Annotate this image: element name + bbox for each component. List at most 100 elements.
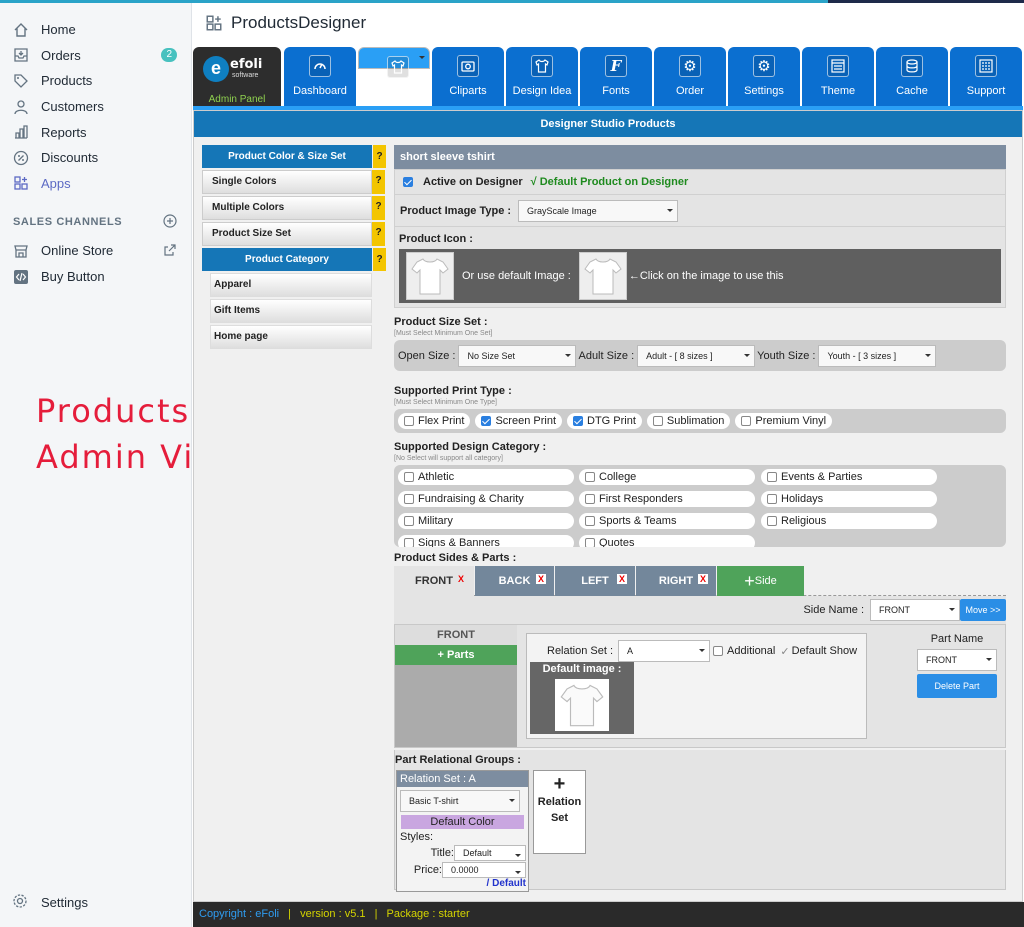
category-quotes[interactable]: Quotes [578,534,756,547]
category-apparel[interactable]: Apparel [210,273,372,297]
nav-orders[interactable]: Orders 2 [0,43,191,69]
checkbox[interactable] [741,416,752,426]
checkbox[interactable] [404,494,414,504]
tab-theme[interactable]: Theme [802,47,874,106]
print-dtg[interactable]: DTG Print [566,412,643,430]
remove-side-icon[interactable]: X [698,574,708,584]
active-checkbox[interactable] [403,177,413,187]
delete-part-button[interactable]: Delete Part [917,674,997,698]
tab-order[interactable]: ⚙ Order [654,47,726,106]
default-part-image[interactable] [555,679,609,731]
settings-link[interactable]: Settings [12,893,88,911]
side-tab-back[interactable]: BACK X [475,566,554,596]
part-name-input[interactable]: FRONT [917,649,997,671]
checkbox[interactable] [585,538,595,547]
category-sports-teams[interactable]: Sports & Teams [578,512,756,530]
checkbox[interactable] [404,416,414,426]
tab-cliparts[interactable]: Cliparts [432,47,504,106]
checkbox[interactable] [652,416,663,426]
remove-side-icon[interactable]: X [456,574,466,584]
checkbox[interactable] [585,472,595,482]
add-side-button[interactable]: +Side [717,566,804,596]
checkbox[interactable] [585,516,595,526]
category-first-responders[interactable]: First Responders [578,490,756,508]
channel-online-store[interactable]: Online Store [0,238,191,264]
nav-customers[interactable]: Customers [0,94,191,120]
help-icon[interactable]: ? [372,170,385,194]
add-parts-button[interactable]: + Parts [395,645,517,665]
nav-discounts[interactable]: Discounts [0,145,191,171]
default-link[interactable]: / Default [397,878,526,889]
category-events-parties[interactable]: Events & Parties [760,468,938,486]
checkbox[interactable] [404,516,414,526]
menu-heading-category[interactable]: Product Category? [202,248,386,271]
category-military[interactable]: Military [397,512,575,530]
side-tab-left[interactable]: LEFT X [555,566,635,596]
category-college[interactable]: College [578,468,756,486]
help-icon[interactable]: ? [373,145,386,168]
external-link-icon[interactable] [163,243,177,260]
package: Package : starter [386,908,470,920]
adult-size-select[interactable]: Adult - [ 8 sizes ] [637,344,756,367]
checkbox[interactable] [767,516,777,526]
menu-heading-color-size[interactable]: Product Color & Size Set? [202,145,386,168]
tab-dashboard[interactable]: Dashboard [284,47,356,106]
category-religious[interactable]: Religious [760,512,938,530]
checkbox[interactable] [573,416,583,426]
channel-buy-button[interactable]: Buy Button [0,264,191,290]
tab-support[interactable]: Support [950,47,1022,106]
move-side-button[interactable]: Move >> [960,599,1006,621]
side-name-input[interactable]: FRONT [870,599,960,621]
print-premium-vinyl[interactable]: Premium Vinyl [734,412,834,430]
print-flex[interactable]: Flex Print [397,412,472,430]
part-front[interactable]: FRONT [395,625,517,645]
category-home-page[interactable]: Home page [210,325,372,349]
tab-fonts[interactable]: F Fonts [580,47,652,106]
price-input[interactable]: 0.0000 [442,862,526,878]
help-icon[interactable]: ? [373,248,386,271]
category-signs-banners[interactable]: Signs & Banners [397,534,575,547]
category-holidays[interactable]: Holidays [760,490,938,508]
category-gift-items[interactable]: Gift Items [210,299,372,323]
category-athletic[interactable]: Athletic [397,468,575,486]
remove-side-icon[interactable]: X [536,574,546,584]
tab-products[interactable]: Products [358,47,430,101]
side-tab-front[interactable]: FRONT X [394,566,474,596]
relation-set-select[interactable]: Basic T-shirt [400,790,520,812]
add-relation-set-button[interactable]: + Relation Set [533,770,586,854]
image-type-select[interactable]: GrayScale Image [518,199,679,222]
help-icon[interactable]: ? [372,222,385,246]
checkbox[interactable] [585,494,595,504]
tab-design-idea[interactable]: Design Idea [506,47,578,106]
open-size-select[interactable]: No Size Set [458,344,577,367]
print-sublimation[interactable]: Sublimation [645,412,732,430]
tab-settings[interactable]: ⚙ Settings [728,47,800,106]
checkbox[interactable] [767,472,777,482]
print-screen[interactable]: Screen Print [474,412,563,430]
remove-side-icon[interactable]: X [617,574,627,584]
nav-reports[interactable]: Reports [0,119,191,145]
help-icon[interactable]: ? [372,196,385,220]
nav-apps[interactable]: Apps [0,171,191,197]
default-icon-image[interactable] [578,252,627,300]
menu-item-multiple-colors[interactable]: Multiple Colors? [202,196,385,220]
category-fundraising[interactable]: Fundraising & Charity [397,490,575,508]
checkbox[interactable] [481,416,492,426]
nav-home[interactable]: Home [0,17,191,43]
nav-products[interactable]: Products [0,68,191,94]
additional-checkbox[interactable] [713,646,724,656]
checkbox[interactable] [404,472,414,482]
checkbox[interactable] [404,538,414,547]
add-channel-plus-icon[interactable] [163,214,177,231]
tab-cache[interactable]: Cache [876,47,948,106]
youth-size-select[interactable]: Youth - [ 3 sizes ] [818,344,937,367]
product-icon-image[interactable] [406,252,454,300]
menu-item-product-size-set[interactable]: Product Size Set? [202,222,385,246]
default-color-swatch[interactable]: Default Color [401,815,524,829]
checkbox[interactable] [767,494,777,504]
side-tab-right[interactable]: RIGHT X [636,566,716,596]
relation-select[interactable]: A [618,640,711,662]
menu-item-single-colors[interactable]: Single Colors? [202,170,385,194]
main-nav: Home Orders 2 Products Customers Reports … [0,3,191,196]
title-input[interactable]: Default [454,845,526,861]
